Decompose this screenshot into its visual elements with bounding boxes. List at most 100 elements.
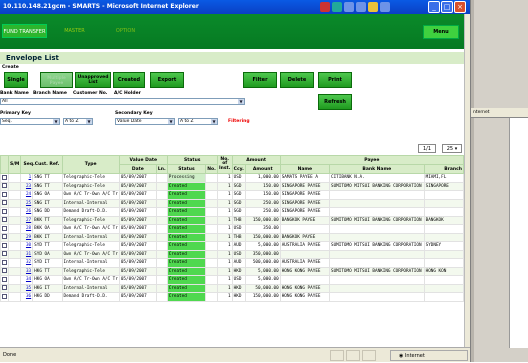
row-seq-link[interactable]: 30 [20, 241, 34, 251]
row-select-cell[interactable] [0, 190, 9, 200]
row-select-cell[interactable] [0, 292, 9, 302]
row-select-cell[interactable] [0, 249, 9, 259]
row-select-cell[interactable] [0, 241, 9, 251]
row-seq-link[interactable]: 28 [20, 224, 34, 234]
refresh-button[interactable]: Refresh [318, 94, 352, 110]
table-row[interactable]: 24 SNG OA Own A/C Tr-Own A/C Tr 05/09/2007 C… [0, 190, 464, 200]
row-seq-link[interactable]: 34 [20, 275, 34, 285]
row-status-no [205, 283, 218, 293]
row-ln [155, 207, 168, 217]
table-row[interactable]: 29 BKK IT Internal-Internal 05/09/2007 Creat… [0, 232, 464, 242]
primary-order-select[interactable]: A to Z ▼ [63, 118, 93, 125]
row-seq-link[interactable]: 29 [20, 232, 34, 242]
row-checkbox[interactable] [2, 285, 7, 291]
table-row[interactable]: 26 SNG DD Demand Draft-D.D. 05/09/2007 Creat… [0, 207, 464, 217]
row-select-cell[interactable] [0, 275, 9, 285]
table-row[interactable]: 1 SNG TT Telegraphic-Tele 05/09/2007 Process… [0, 173, 464, 183]
table-row[interactable]: 34 HKG OA Own A/C Tr-Own A/C Tr 05/09/2007 C… [0, 275, 464, 285]
table-row[interactable]: 32 SYD IT Internal-Internal 05/09/2007 Creat… [0, 258, 464, 268]
row-select-cell[interactable] [0, 266, 9, 276]
ac-holder-label: A/C Holder [114, 91, 141, 96]
menu-button[interactable]: Menu [423, 25, 459, 39]
row-checkbox[interactable] [2, 183, 7, 189]
table-row[interactable]: 25 SNG IT Internal-Internal 05/09/2007 Creat… [0, 198, 464, 208]
row-checkbox[interactable] [2, 276, 7, 282]
row-checkbox[interactable] [2, 225, 7, 231]
row-seq-link[interactable]: 27 [20, 215, 34, 225]
row-checkbox[interactable] [2, 259, 7, 265]
secondary-key-select[interactable]: Value Date ▼ [115, 118, 175, 125]
row-type: Telegraphic-Tele [61, 181, 120, 191]
row-seq-link[interactable]: 1 [20, 173, 34, 183]
table-row[interactable]: 27 BKK TT Telegraphic-Tele 05/09/2007 Create… [0, 215, 464, 225]
row-select-cell[interactable] [0, 258, 9, 268]
table-row[interactable]: 30 SYD TT Telegraphic-Tele 05/09/2007 Create… [0, 241, 464, 251]
table-row[interactable]: 28 BKK OA Own A/C Tr-Own A/C Tr 05/09/2007 C… [0, 224, 464, 234]
table-row[interactable]: 23 SNG TT Telegraphic-Tele 05/09/2007 Create… [0, 181, 464, 191]
row-seq-link[interactable]: 32 [20, 258, 34, 268]
row-checkbox[interactable] [2, 268, 7, 274]
row-select-cell[interactable] [0, 224, 9, 234]
export-button[interactable]: Export [150, 72, 184, 88]
bank-select[interactable]: All ▼ [0, 98, 245, 105]
secondary-order-select[interactable]: A to Z ▼ [178, 118, 218, 125]
page-indicator[interactable]: 1/1 [418, 144, 436, 153]
row-checkbox[interactable] [2, 251, 7, 257]
delete-button[interactable]: Delete [280, 72, 314, 88]
row-checkbox[interactable] [2, 234, 7, 240]
row-checkbox[interactable] [2, 293, 7, 299]
close-icon[interactable]: × [454, 1, 466, 13]
primary-key-select[interactable]: Seq. ▼ [0, 118, 60, 125]
row-inst-count: 1 [216, 207, 233, 217]
row-seq-link[interactable]: 33 [20, 266, 34, 276]
row-seq-link[interactable]: 31 [20, 249, 34, 259]
row-seq-link[interactable]: 26 [20, 207, 34, 217]
row-checkbox[interactable] [2, 174, 7, 180]
row-seq-link[interactable]: 24 [20, 190, 34, 200]
row-select-cell[interactable] [0, 232, 9, 242]
single-button[interactable]: Single [4, 72, 28, 88]
unapproved-list-button[interactable]: Unapproved List [75, 72, 111, 88]
row-seq-link[interactable]: 23 [20, 181, 34, 191]
table-row[interactable]: 35 HKG IT Internal-Internal 05/09/2007 Creat… [0, 283, 464, 293]
row-seq-link[interactable]: 25 [20, 198, 34, 208]
row-checkbox[interactable] [2, 217, 7, 223]
side-panel-tab[interactable]: nternet [471, 108, 528, 118]
table-row[interactable]: 33 HKG TT Telegraphic-Tele 05/09/2007 Create… [0, 266, 464, 276]
row-status: Created [166, 181, 207, 191]
page-size-select[interactable]: 25 ▾ [442, 144, 462, 153]
row-select-cell[interactable] [0, 181, 9, 191]
maximize-icon[interactable]: □ [441, 1, 453, 13]
row-status-no [205, 275, 218, 285]
panel-resize-handle[interactable] [471, 0, 474, 362]
vertical-scrollbar[interactable] [464, 14, 470, 347]
row-status: Created [166, 198, 207, 208]
tab-fund-transfer[interactable]: FUND TRANSFER [2, 24, 47, 38]
row-sm-cell [7, 198, 22, 208]
row-select-cell[interactable] [0, 215, 9, 225]
filter-button[interactable]: Filter [243, 72, 277, 88]
row-select-cell[interactable] [0, 173, 9, 183]
created-button[interactable]: Created [113, 72, 145, 88]
tab-master[interactable]: MASTER [52, 24, 97, 38]
page-title: Envelope List [0, 52, 464, 64]
table-row[interactable]: 31 SYD OA Own A/C Tr-Own A/C Tr 05/09/2007 C… [0, 249, 464, 259]
minimize-icon[interactable]: _ [428, 1, 440, 13]
row-value-date: 05/09/2007 [118, 215, 157, 225]
row-checkbox[interactable] [2, 191, 7, 197]
row-select-cell[interactable] [0, 198, 9, 208]
row-seq-link[interactable]: 36 [20, 292, 34, 302]
tab-option[interactable]: OPTION [103, 24, 148, 38]
table-row[interactable]: 36 HKG DD Demand Draft-D.D. 05/09/2007 Creat… [0, 292, 464, 302]
row-sm-cell [7, 173, 22, 183]
row-checkbox[interactable] [2, 200, 7, 206]
row-checkbox[interactable] [2, 242, 7, 248]
row-status-no [205, 173, 218, 183]
multiple-payee-button[interactable]: Multiple Payee [40, 72, 73, 88]
row-seq-link[interactable]: 35 [20, 283, 34, 293]
print-button[interactable]: Print [318, 72, 352, 88]
row-select-cell[interactable] [0, 207, 9, 217]
row-currency: USD [231, 275, 246, 285]
row-select-cell[interactable] [0, 283, 9, 293]
row-checkbox[interactable] [2, 208, 7, 214]
